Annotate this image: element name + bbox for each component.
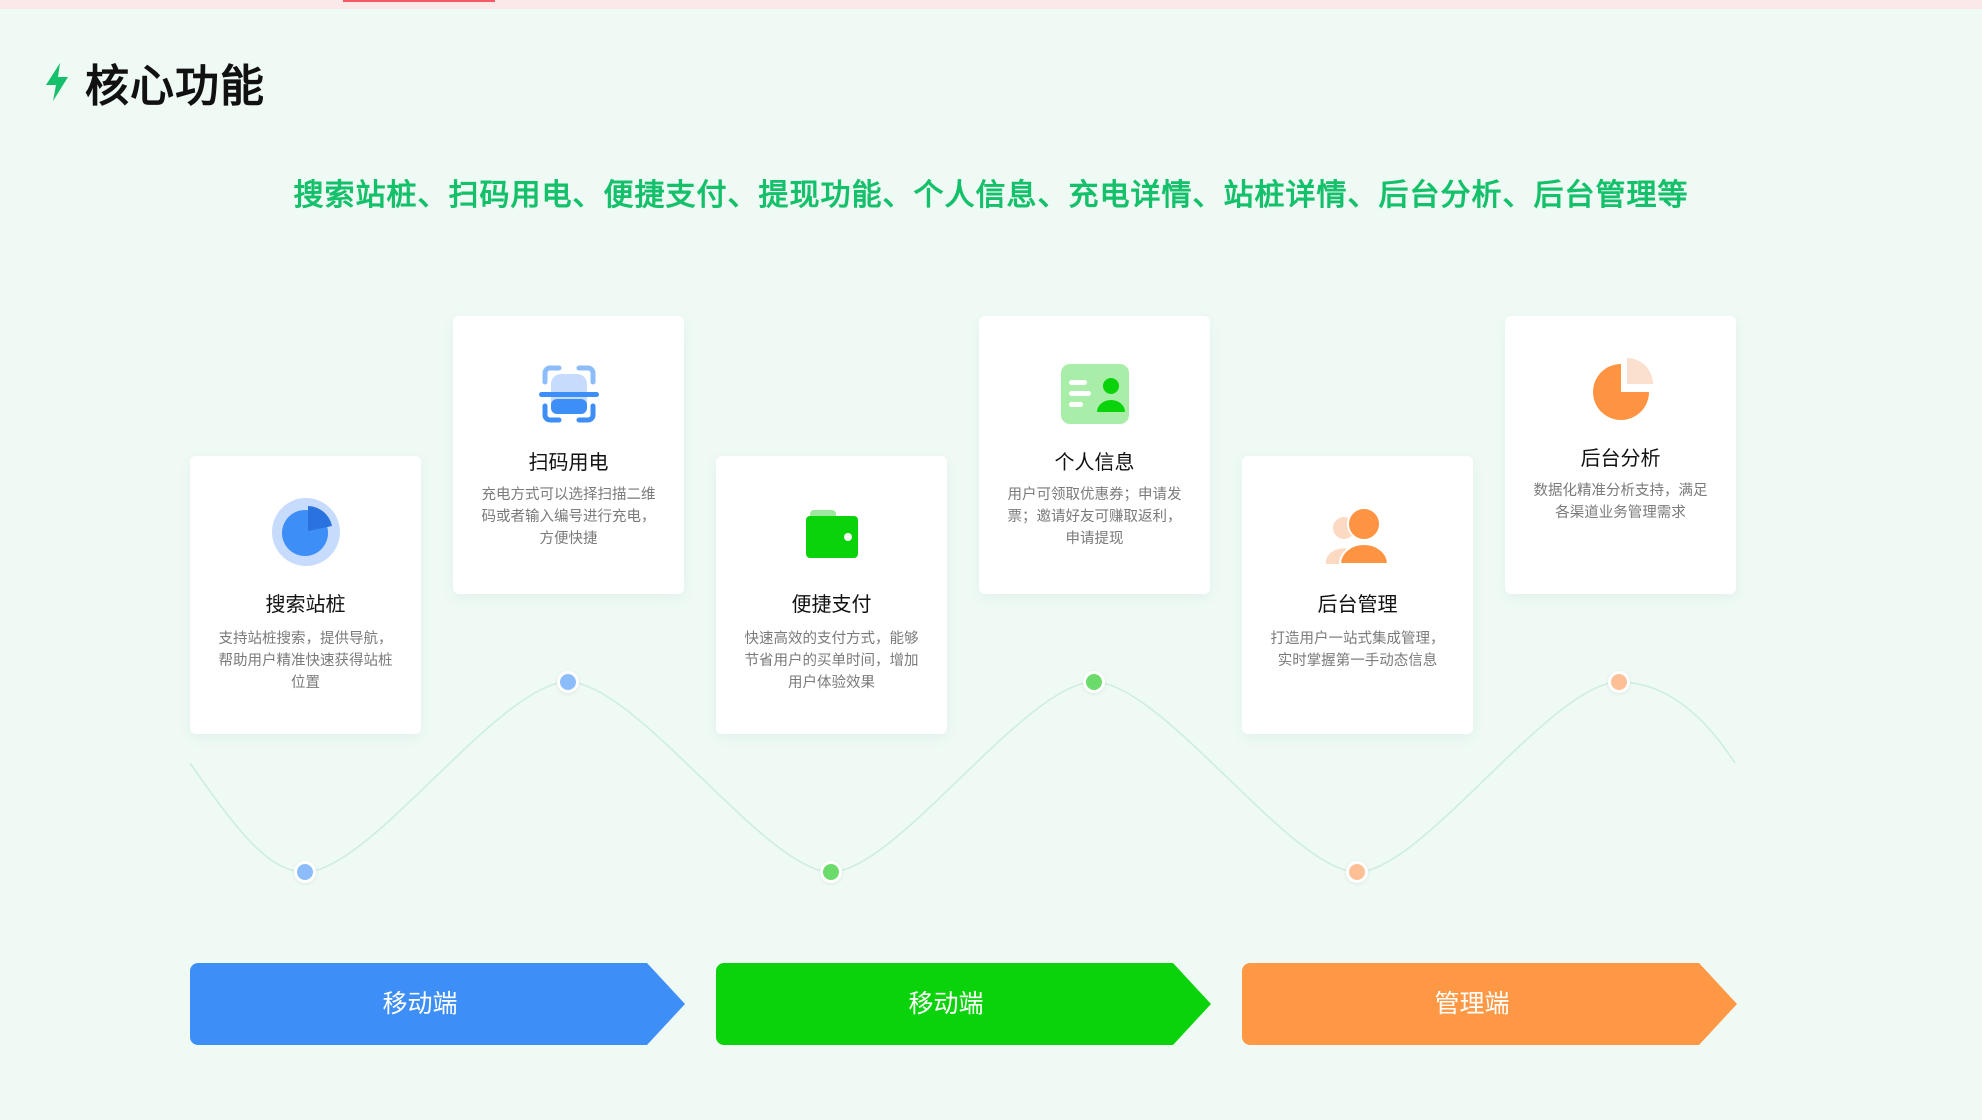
user-icon	[1325, 507, 1390, 565]
card-title: 个人信息	[1054, 450, 1135, 474]
platform-label: 移动端	[908, 989, 984, 1018]
card-description: 打造用户一站式集成管理，实时掌握第一手动态信息	[1270, 631, 1445, 669]
page-title: 核心功能	[85, 61, 265, 112]
timeline-dot	[1608, 671, 1630, 693]
timeline-dot	[1083, 671, 1105, 693]
card-title: 搜索站桩	[265, 592, 346, 616]
card-title: 后台分析	[1580, 446, 1661, 470]
feature-summary: 搜索站桩、扫码用电、便捷支付、提现功能、个人信息、充电详情、站桩详情、后台分析、…	[293, 178, 1689, 213]
feature-card-scan-charge[interactable]: 扫码用电 充电方式可以选择扫描二维码或者输入编号进行充电，方便快捷	[453, 316, 684, 594]
card-description: 快速高效的支付方式，能够节省用户的买单时间，增加用户体验效果	[744, 631, 919, 691]
active-tab-indicator[interactable]	[343, 0, 495, 2]
card-description: 支持站桩搜索，提供导航，帮助用户精准快速获得站桩位置	[218, 631, 393, 691]
pie-chart-icon	[1593, 358, 1653, 420]
card-description: 数据化精准分析支持，满足各渠道业务管理需求	[1533, 483, 1708, 521]
scan-icon	[539, 365, 599, 423]
feature-card-backend-analysis[interactable]: 后台分析 数据化精准分析支持，满足各渠道业务管理需求	[1505, 316, 1736, 594]
timeline-dot	[820, 861, 842, 883]
lightning-bolt-icon	[46, 63, 68, 101]
card-title: 后台管理	[1317, 592, 1398, 616]
feature-card-quick-payment[interactable]: 便捷支付 快速高效的支付方式，能够节省用户的买单时间，增加用户体验效果	[716, 456, 947, 734]
platform-bar-mobile-1[interactable]: 移动端	[190, 963, 685, 1045]
timeline-dot	[557, 671, 579, 693]
platform-bar-mobile-2[interactable]: 移动端	[716, 963, 1211, 1045]
feature-card-personal-info[interactable]: 个人信息 用户可领取优惠券；申请发票；邀请好友可赚取返利，申请提现	[979, 316, 1210, 594]
feature-card-backend-management[interactable]: 后台管理 打造用户一站式集成管理，实时掌握第一手动态信息	[1242, 456, 1473, 734]
card-title: 便捷支付	[791, 592, 872, 616]
timeline-dot	[294, 861, 316, 883]
platform-label: 管理端	[1434, 989, 1510, 1018]
card-description: 充电方式可以选择扫描二维码或者输入编号进行充电，方便快捷	[481, 487, 656, 547]
card-title: 扫码用电	[528, 450, 609, 474]
top-strip	[0, 0, 1982, 9]
pie-target-icon	[272, 498, 340, 566]
section-header: 核心功能	[43, 52, 265, 112]
platform-bar-admin[interactable]: 管理端	[1242, 963, 1737, 1045]
id-card-icon	[1061, 364, 1129, 424]
feature-card-search-station[interactable]: 搜索站桩 支持站桩搜索，提供导航，帮助用户精准快速获得站桩位置	[190, 456, 421, 734]
timeline-dot	[1346, 861, 1368, 883]
platform-label: 移动端	[382, 989, 458, 1018]
wallet-icon	[806, 510, 858, 558]
card-description: 用户可领取优惠券；申请发票；邀请好友可赚取返利，申请提现	[1007, 487, 1182, 547]
